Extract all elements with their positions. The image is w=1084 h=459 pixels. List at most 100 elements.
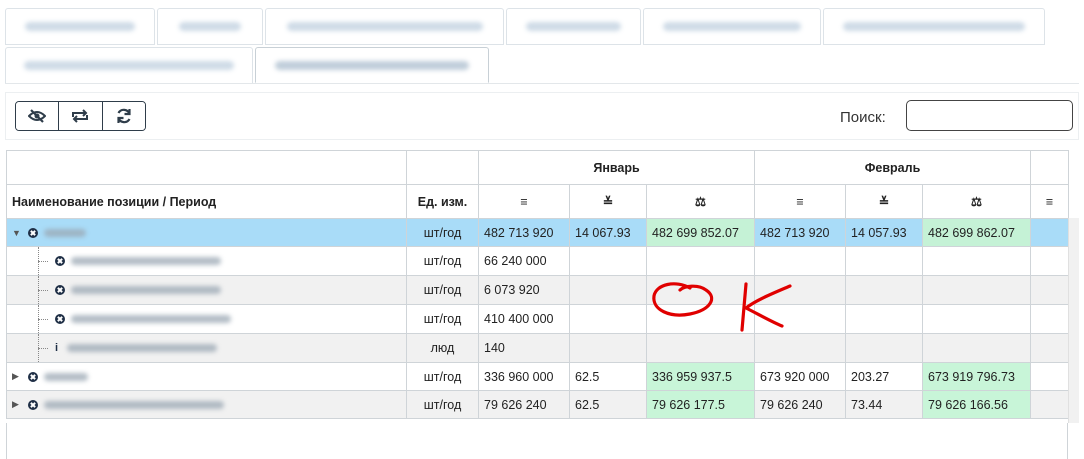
header-month-feb: Февраль	[753, 150, 1032, 185]
header-next-total[interactable]: ≡	[1030, 184, 1070, 219]
cell-value	[921, 246, 1032, 276]
row-name-blurred	[44, 400, 224, 409]
search-input[interactable]	[906, 100, 1073, 131]
header-jan-balance[interactable]: ⚖	[646, 184, 755, 219]
align-justify-icon: ≡	[796, 194, 804, 209]
table-row[interactable]: шт/год 410 400 000	[6, 304, 1070, 334]
cell-value	[569, 246, 647, 276]
cell-value: 673 920 000	[754, 362, 846, 391]
row-name-blurred	[71, 257, 221, 265]
cell-value	[1030, 304, 1070, 334]
cell-value	[1030, 275, 1070, 305]
header-name[interactable]: Наименование позиции / Период	[6, 184, 407, 219]
row-name-blurred	[44, 372, 88, 381]
row-unit: шт/год	[406, 275, 479, 305]
header-feb-total[interactable]: ≡	[754, 184, 846, 219]
balance-scale-icon: ⚖	[970, 195, 983, 209]
refresh-button[interactable]	[102, 102, 145, 130]
cell-value	[845, 304, 923, 334]
tree-line	[33, 247, 49, 275]
cell-value	[646, 246, 755, 276]
tab-4[interactable]	[506, 8, 641, 45]
row-unit: шт/год	[406, 218, 479, 247]
tab-7[interactable]	[5, 47, 253, 84]
tab-5[interactable]	[643, 8, 821, 45]
cell-value	[1030, 246, 1070, 276]
cell-value: 79 626 240	[478, 390, 570, 419]
cell-value	[569, 304, 647, 334]
row-unit: люд	[406, 333, 479, 363]
row-name-blurred	[71, 286, 221, 294]
table-row[interactable]: ▶ шт/год 336 960 000 62.5 336 959 937.5 …	[6, 362, 1070, 391]
header-unit[interactable]: Ед. изм.	[406, 184, 479, 219]
close-circle-icon	[28, 227, 38, 238]
header-jan-avg[interactable]: ≚	[569, 184, 647, 219]
cell-value	[754, 333, 846, 363]
cell-value	[1030, 218, 1070, 247]
cell-value	[1030, 390, 1070, 419]
tab-1[interactable]	[5, 8, 155, 45]
row-unit: шт/год	[406, 390, 479, 419]
header-blank-unit	[406, 150, 479, 185]
cell-value	[921, 333, 1032, 363]
cell-value: 336 959 937.5	[646, 362, 755, 391]
align-justify-icon: ≡	[1045, 194, 1054, 209]
align-center-icon: ≚	[602, 195, 614, 209]
table-empty-area	[6, 423, 1068, 459]
tab-active[interactable]	[255, 47, 489, 83]
cell-value: 203.27	[845, 362, 923, 391]
header-feb-balance[interactable]: ⚖	[921, 184, 1032, 219]
collapse-toggle-icon[interactable]: ▶	[12, 399, 22, 410]
cell-value: 79 626 166.56	[921, 390, 1032, 419]
tab-6[interactable]	[823, 8, 1045, 45]
cell-value: 66 240 000	[478, 246, 570, 276]
cell-value	[754, 275, 846, 305]
cell-value: 62.5	[569, 362, 647, 391]
refresh-icon	[117, 108, 131, 124]
close-circle-icon	[28, 399, 38, 410]
toolbar-button-group	[15, 101, 146, 131]
cell-value	[845, 333, 923, 363]
row-unit: шт/год	[406, 362, 479, 391]
header-feb-avg[interactable]: ≚	[845, 184, 923, 219]
header-blank	[6, 150, 407, 185]
cell-value: 482 713 920	[754, 218, 846, 247]
balance-scale-icon: ⚖	[694, 195, 707, 209]
tab-divider	[5, 83, 1079, 84]
row-name-blurred	[44, 228, 86, 237]
cell-value: 673 919 796.73	[921, 362, 1032, 391]
row-name-blurred	[71, 315, 231, 323]
cell-value	[1030, 333, 1070, 363]
tree-line	[33, 305, 49, 333]
cell-value	[845, 246, 923, 276]
table-row[interactable]: i люд 140	[6, 333, 1070, 363]
eye-slash-icon	[28, 109, 47, 123]
scrollbar[interactable]	[1068, 218, 1079, 423]
table-row[interactable]: шт/год 66 240 000	[6, 246, 1070, 276]
header-month-jan: Январь	[478, 150, 755, 185]
hide-button[interactable]	[16, 102, 60, 130]
cell-value: 6 073 920	[478, 275, 570, 305]
cell-value: 14 067.93	[569, 218, 647, 247]
close-circle-icon	[55, 256, 65, 266]
cell-value: 79 626 240	[754, 390, 846, 419]
header-jan-total[interactable]: ≡	[478, 184, 570, 219]
table-row[interactable]: шт/год 6 073 920	[6, 275, 1070, 305]
cell-value	[1030, 362, 1070, 391]
tab-3[interactable]	[265, 8, 504, 45]
cell-value	[921, 275, 1032, 305]
cell-value: 14 057.93	[845, 218, 923, 247]
repeat-button[interactable]	[59, 102, 103, 130]
close-circle-icon	[28, 371, 38, 382]
person-icon: i	[55, 342, 59, 354]
cell-value: 79 626 177.5	[646, 390, 755, 419]
cell-value	[646, 275, 755, 305]
table-row[interactable]: ▼ шт/год 482 713 920 14 067.93 482 699 8…	[6, 218, 1070, 247]
collapse-toggle-icon[interactable]: ▶	[12, 371, 22, 382]
tab-2[interactable]	[157, 8, 263, 45]
close-circle-icon	[55, 285, 65, 295]
cell-value	[646, 304, 755, 334]
expand-toggle-icon[interactable]: ▼	[12, 228, 22, 238]
row-unit: шт/год	[406, 304, 479, 334]
table-row[interactable]: ▶ шт/год 79 626 240 62.5 79 626 177.5 79…	[6, 390, 1070, 419]
